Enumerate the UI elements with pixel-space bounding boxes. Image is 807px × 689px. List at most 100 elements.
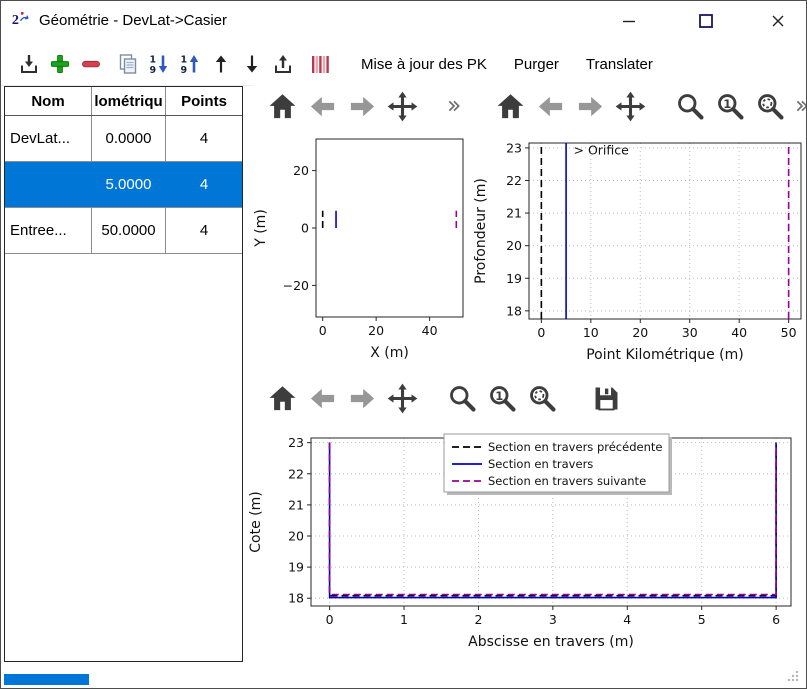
svg-text:X (m): X (m) bbox=[370, 345, 409, 361]
cell-pk: 5.0000 bbox=[92, 162, 166, 207]
overflow-chevron-icon[interactable] bbox=[795, 97, 807, 115]
sections-table: Nom lométriqu Points DevLat... 0.0000 4 … bbox=[4, 86, 243, 662]
table-row[interactable]: DevLat... 0.0000 4 bbox=[5, 116, 242, 162]
svg-text:1: 1 bbox=[495, 388, 503, 402]
section-plot-toolbar: 1 bbox=[253, 377, 687, 419]
sort-numeric-desc-icon[interactable]: 19 bbox=[147, 52, 171, 76]
svg-text:21: 21 bbox=[288, 497, 304, 512]
svg-text:19: 19 bbox=[288, 560, 304, 575]
column-header-points[interactable]: Points bbox=[166, 87, 242, 115]
svg-text:Section en travers suivante: Section en travers suivante bbox=[488, 474, 646, 488]
plan-plot-toolbar bbox=[253, 85, 481, 127]
column-header-nom[interactable]: Nom bbox=[5, 87, 92, 115]
svg-text:Section en travers: Section en travers bbox=[488, 457, 593, 471]
purge-button[interactable]: Purger bbox=[504, 51, 569, 78]
cell-pk: 0.0000 bbox=[92, 116, 166, 161]
svg-text:20: 20 bbox=[632, 325, 648, 340]
zoom-rect-icon[interactable] bbox=[527, 383, 558, 414]
svg-text:22: 22 bbox=[506, 173, 522, 188]
move-down-icon[interactable] bbox=[240, 52, 264, 76]
svg-text:1: 1 bbox=[723, 96, 731, 110]
export-icon[interactable] bbox=[271, 52, 295, 76]
svg-text:Y (m): Y (m) bbox=[253, 209, 269, 248]
minimize-button[interactable] bbox=[612, 7, 646, 35]
add-icon[interactable] bbox=[48, 52, 72, 76]
remove-icon[interactable] bbox=[79, 52, 103, 76]
svg-text:18: 18 bbox=[288, 591, 304, 606]
svg-text:40: 40 bbox=[731, 325, 747, 340]
titlebar: 2 Géométrie - DevLat->Casier bbox=[1, 1, 806, 39]
svg-text:6: 6 bbox=[772, 612, 780, 627]
table-row-selected[interactable]: 5.0000 4 bbox=[5, 162, 242, 208]
svg-text:Profondeur (m): Profondeur (m) bbox=[473, 178, 489, 284]
svg-text:40: 40 bbox=[422, 323, 438, 338]
svg-text:> Orifice: > Orifice bbox=[574, 142, 630, 157]
forward-icon[interactable] bbox=[347, 91, 378, 122]
svg-text:23: 23 bbox=[288, 435, 304, 450]
close-button[interactable] bbox=[761, 7, 795, 35]
pk-ruler-icon[interactable] bbox=[308, 52, 332, 76]
geometry-window: 2 Géométrie - DevLat->Casier 19 19 Mise … bbox=[0, 0, 807, 689]
pan-icon[interactable] bbox=[387, 383, 418, 414]
resize-grip[interactable] bbox=[785, 668, 800, 683]
svg-text:1: 1 bbox=[150, 55, 157, 66]
forward-icon[interactable] bbox=[347, 383, 378, 414]
profile-plot-toolbar: 1 bbox=[481, 85, 807, 127]
svg-text:20: 20 bbox=[368, 323, 384, 338]
svg-text:20: 20 bbox=[506, 238, 522, 253]
pan-icon[interactable] bbox=[615, 91, 646, 122]
column-header-pk[interactable]: lométriqu bbox=[92, 87, 166, 115]
svg-text:2: 2 bbox=[12, 12, 19, 28]
home-icon[interactable] bbox=[495, 91, 526, 122]
table-row[interactable]: Entree... 50.0000 4 bbox=[5, 208, 242, 254]
zoom-original-icon[interactable]: 1 bbox=[715, 91, 746, 122]
cross-section-plot[interactable]: 0123456181920212223Abscisse en travers (… bbox=[246, 426, 807, 671]
overflow-chevron-icon[interactable] bbox=[447, 97, 463, 115]
svg-text:3: 3 bbox=[549, 612, 557, 627]
zoom-rect-icon[interactable] bbox=[755, 91, 786, 122]
back-icon[interactable] bbox=[307, 383, 338, 414]
main-toolbar: 19 19 Mise à jour des PK Purger Translat… bbox=[1, 43, 806, 86]
status-progress-strip bbox=[4, 674, 89, 685]
zoom-original-icon[interactable]: 1 bbox=[487, 383, 518, 414]
save-icon[interactable] bbox=[591, 383, 622, 414]
svg-text:20: 20 bbox=[293, 163, 309, 178]
svg-text:0: 0 bbox=[301, 221, 309, 236]
svg-text:1: 1 bbox=[181, 55, 188, 66]
svg-text:Abscisse en travers (m): Abscisse en travers (m) bbox=[468, 634, 634, 650]
pan-icon[interactable] bbox=[387, 91, 418, 122]
zoom-icon[interactable] bbox=[447, 383, 478, 414]
back-icon[interactable] bbox=[307, 91, 338, 122]
copy-icon[interactable] bbox=[116, 52, 140, 76]
translate-button[interactable]: Translater bbox=[576, 51, 663, 78]
home-icon[interactable] bbox=[267, 383, 298, 414]
cell-points: 4 bbox=[166, 162, 242, 207]
svg-text:22: 22 bbox=[288, 466, 304, 481]
home-icon[interactable] bbox=[267, 91, 298, 122]
svg-text:23: 23 bbox=[506, 140, 522, 155]
window-title: Géométrie - DevLat->Casier bbox=[39, 12, 227, 29]
plan-view-plot[interactable]: 0 20 40 −20 0 20 X (m) Y (m) bbox=[251, 129, 466, 369]
import-icon[interactable] bbox=[17, 52, 41, 76]
svg-text:20: 20 bbox=[288, 529, 304, 544]
svg-text:1: 1 bbox=[400, 612, 408, 627]
profile-view-plot[interactable]: 01020304050181920212223Point Kilométriqu… bbox=[471, 129, 807, 369]
move-up-icon[interactable] bbox=[209, 52, 233, 76]
cell-pk: 50.0000 bbox=[92, 208, 166, 253]
svg-text:0: 0 bbox=[537, 325, 545, 340]
cell-points: 4 bbox=[166, 116, 242, 161]
svg-text:Cote (m): Cote (m) bbox=[248, 491, 264, 552]
zoom-icon[interactable] bbox=[675, 91, 706, 122]
sort-numeric-asc-icon[interactable]: 19 bbox=[178, 52, 202, 76]
forward-icon[interactable] bbox=[575, 91, 606, 122]
back-icon[interactable] bbox=[535, 91, 566, 122]
svg-text:2: 2 bbox=[474, 612, 482, 627]
cell-nom: Entree... bbox=[5, 208, 92, 253]
maximize-button[interactable] bbox=[689, 7, 723, 35]
cell-nom bbox=[5, 162, 92, 207]
svg-text:18: 18 bbox=[506, 303, 522, 318]
svg-text:−20: −20 bbox=[283, 278, 309, 293]
update-pk-button[interactable]: Mise à jour des PK bbox=[351, 51, 497, 78]
svg-text:50: 50 bbox=[781, 325, 797, 340]
svg-text:0: 0 bbox=[319, 323, 327, 338]
